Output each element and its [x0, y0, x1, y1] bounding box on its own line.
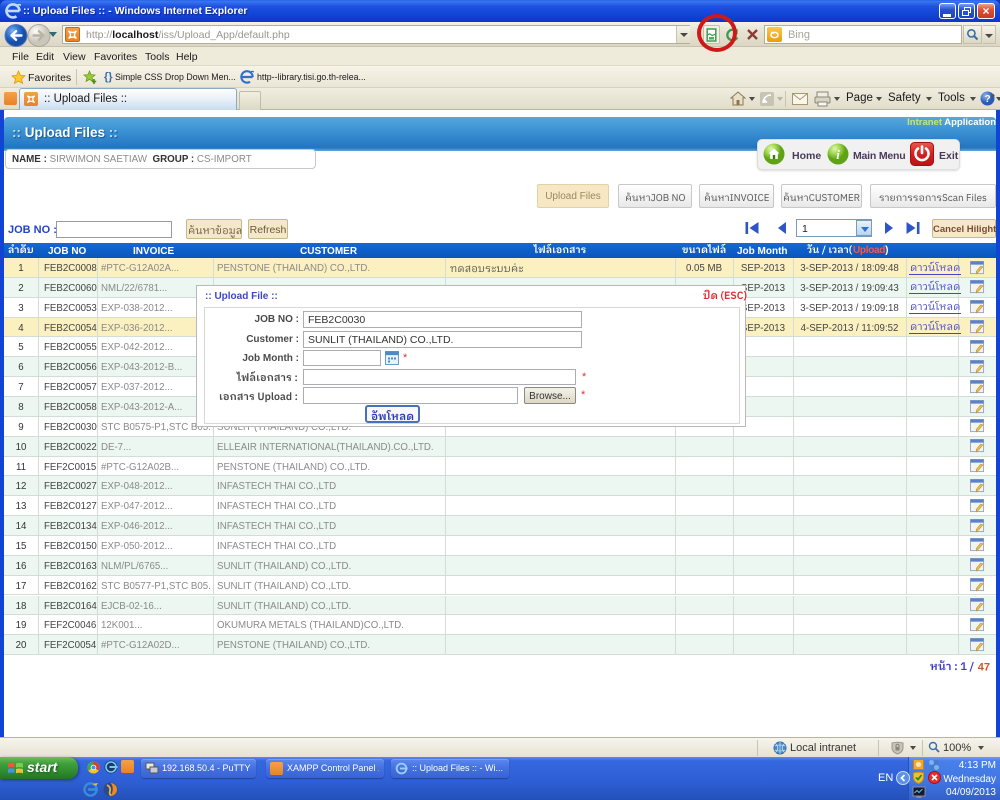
svg-text:i: i	[836, 147, 840, 162]
